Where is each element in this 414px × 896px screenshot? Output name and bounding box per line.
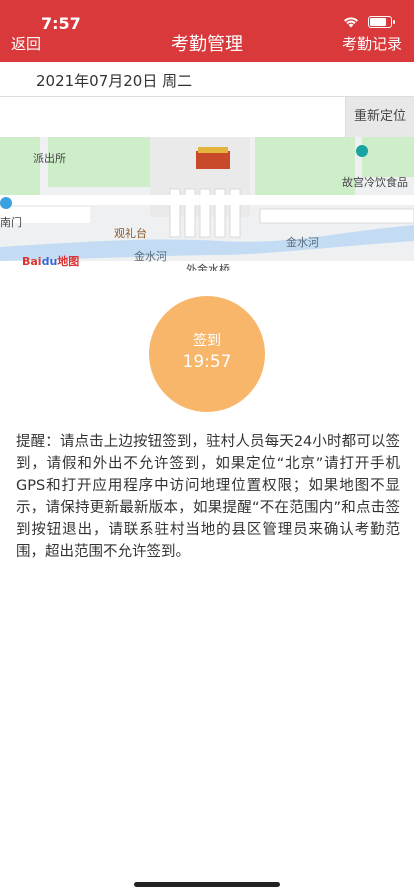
map-label-jinshui-1: 金水河 [134, 250, 167, 263]
date-text: 2021年07月20日 周二 [36, 72, 193, 90]
relocate-button[interactable]: 重新定位 [345, 97, 414, 137]
checkin-time: 19:57 [182, 352, 232, 372]
baidu-logo: Baidu地图 [22, 255, 80, 268]
map-label-palace-food: 故宫冷饮食品 [342, 176, 408, 189]
wifi-icon [344, 17, 358, 28]
checkin-label: 签到 [193, 333, 221, 349]
home-indicator [134, 882, 280, 887]
map-label-jinshui-2: 金水河 [286, 236, 319, 249]
checkin-button[interactable]: 签到 19:57 [149, 296, 265, 412]
date-row: 2021年07月20日 周二 [0, 62, 414, 97]
notice-text: 提醒：请点击上边按钮签到，驻村人员每天24小时都可以签到，请假和外出不允许签到，… [16, 434, 400, 560]
map-label-waijin: 外金水桥 [186, 263, 230, 271]
status-icons [342, 15, 395, 28]
map-label-south-gate: 南门 [0, 216, 22, 229]
map-label-police: 派出所 [33, 152, 66, 165]
map-view[interactable]: 派出所 故宫冷饮食品 南门 观礼台 金水河 金水河 外金水桥 Baidu地图 [0, 137, 414, 271]
nav-header: 7:57 返回 考勤管理 考勤记录 [0, 0, 414, 62]
map-label-guanli: 观礼台 [114, 227, 147, 240]
battery-icon [368, 15, 395, 28]
attendance-record-button[interactable]: 考勤记录 [342, 33, 402, 54]
